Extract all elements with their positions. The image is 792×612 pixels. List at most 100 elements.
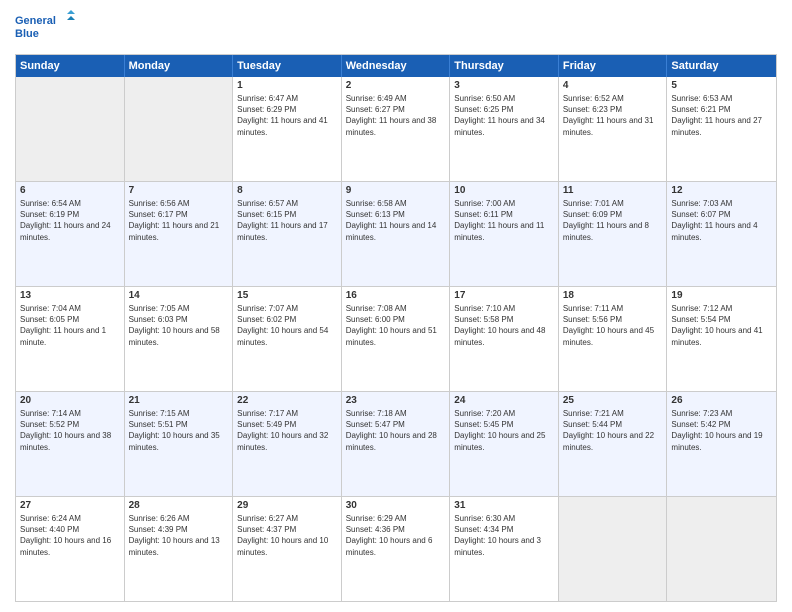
day-info: Sunrise: 7:08 AMSunset: 6:00 PMDaylight:… bbox=[346, 303, 446, 348]
day-info: Sunrise: 6:27 AMSunset: 4:37 PMDaylight:… bbox=[237, 513, 337, 558]
calendar-cell: 4 Sunrise: 6:52 AMSunset: 6:23 PMDaylight… bbox=[559, 77, 668, 181]
day-number: 24 bbox=[454, 395, 554, 406]
calendar-row-3: 13Sunrise: 7:04 AMSunset: 6:05 PMDayligh… bbox=[16, 286, 776, 391]
calendar-cell: 20 Sunrise: 7:14 AMSunset: 5:52 PMDayligh… bbox=[16, 392, 125, 496]
calendar-cell bbox=[667, 497, 776, 601]
svg-text:Blue: Blue bbox=[15, 28, 39, 40]
day-info: Sunrise: 6:49 AMSunset: 6:27 PMDaylight:… bbox=[346, 93, 446, 138]
day-number: 16 bbox=[346, 290, 446, 301]
day-number: 26 bbox=[671, 395, 772, 406]
day-info: Sunrise: 6:58 AMSunset: 6:13 PMDaylight:… bbox=[346, 198, 446, 243]
day-number: 8 bbox=[237, 185, 337, 196]
calendar-cell: 10 Sunrise: 7:00 AMSunset: 6:11 PMDayligh… bbox=[450, 182, 559, 286]
calendar-cell: 2 Sunrise: 6:49 AMSunset: 6:27 PMDaylight… bbox=[342, 77, 451, 181]
calendar: SundayMondayTuesdayWednesdayThursdayFrid… bbox=[15, 54, 777, 602]
day-info: Sunrise: 7:18 AMSunset: 5:47 PMDaylight:… bbox=[346, 408, 446, 453]
day-number: 2 bbox=[346, 80, 446, 91]
calendar-header: SundayMondayTuesdayWednesdayThursdayFrid… bbox=[16, 55, 776, 77]
day-info: Sunrise: 7:00 AMSunset: 6:11 PMDaylight:… bbox=[454, 198, 554, 243]
calendar-cell: 30Sunrise: 6:29 AMSunset: 4:36 PMDayligh… bbox=[342, 497, 451, 601]
calendar-cell: 26 Sunrise: 7:23 AMSunset: 5:42 PMDayligh… bbox=[667, 392, 776, 496]
calendar-cell bbox=[125, 77, 234, 181]
day-info: Sunrise: 7:20 AMSunset: 5:45 PMDaylight:… bbox=[454, 408, 554, 453]
day-number: 18 bbox=[563, 290, 663, 301]
day-number: 28 bbox=[129, 500, 229, 511]
calendar-cell: 18 Sunrise: 7:11 AMSunset: 5:56 PMDayligh… bbox=[559, 287, 668, 391]
calendar-cell: 17 Sunrise: 7:10 AMSunset: 5:58 PMDayligh… bbox=[450, 287, 559, 391]
day-info: Sunrise: 6:50 AMSunset: 6:25 PMDaylight:… bbox=[454, 93, 554, 138]
day-of-week-saturday: Saturday bbox=[667, 55, 776, 77]
day-info: Sunrise: 7:14 AMSunset: 5:52 PMDaylight:… bbox=[20, 408, 120, 453]
day-of-week-monday: Monday bbox=[125, 55, 234, 77]
day-info: Sunrise: 7:15 AMSunset: 5:51 PMDaylight:… bbox=[129, 408, 229, 453]
day-info: Sunrise: 6:56 AMSunset: 6:17 PMDaylight:… bbox=[129, 198, 229, 243]
calendar-row-1: 1 Sunrise: 6:47 AMSunset: 6:29 PMDaylight… bbox=[16, 77, 776, 181]
day-number: 27 bbox=[20, 500, 120, 511]
calendar-cell: 6 Sunrise: 6:54 AMSunset: 6:19 PMDaylight… bbox=[16, 182, 125, 286]
day-number: 17 bbox=[454, 290, 554, 301]
day-of-week-thursday: Thursday bbox=[450, 55, 559, 77]
day-number: 21 bbox=[129, 395, 229, 406]
day-number: 29 bbox=[237, 500, 337, 511]
calendar-row-5: 27Sunrise: 6:24 AMSunset: 4:40 PMDayligh… bbox=[16, 496, 776, 601]
day-info: Sunrise: 7:23 AMSunset: 5:42 PMDaylight:… bbox=[671, 408, 772, 453]
day-number: 15 bbox=[237, 290, 337, 301]
day-info: Sunrise: 7:10 AMSunset: 5:58 PMDaylight:… bbox=[454, 303, 554, 348]
day-number: 3 bbox=[454, 80, 554, 91]
day-info: Sunrise: 6:53 AMSunset: 6:21 PMDaylight:… bbox=[671, 93, 772, 138]
calendar-cell: 28 Sunrise: 6:26 AMSunset: 4:39 PMDayligh… bbox=[125, 497, 234, 601]
calendar-cell: 15 Sunrise: 7:07 AMSunset: 6:02 PMDayligh… bbox=[233, 287, 342, 391]
day-number: 30 bbox=[346, 500, 446, 511]
day-of-week-wednesday: Wednesday bbox=[342, 55, 451, 77]
day-number: 1 bbox=[237, 80, 337, 91]
day-info: Sunrise: 7:17 AMSunset: 5:49 PMDaylight:… bbox=[237, 408, 337, 453]
day-info: Sunrise: 6:26 AMSunset: 4:39 PMDaylight:… bbox=[129, 513, 229, 558]
day-number: 7 bbox=[129, 185, 229, 196]
calendar-cell: 16 Sunrise: 7:08 AMSunset: 6:00 PMDayligh… bbox=[342, 287, 451, 391]
day-info: Sunrise: 7:11 AMSunset: 5:56 PMDaylight:… bbox=[563, 303, 663, 348]
day-number: 14 bbox=[129, 290, 229, 301]
day-number: 31 bbox=[454, 500, 554, 511]
day-number: 19 bbox=[671, 290, 772, 301]
calendar-cell: 5 Sunrise: 6:53 AMSunset: 6:21 PMDaylight… bbox=[667, 77, 776, 181]
svg-text:General: General bbox=[15, 15, 56, 27]
day-info: Sunrise: 6:30 AMSunset: 4:34 PMDaylight:… bbox=[454, 513, 554, 558]
calendar-cell bbox=[16, 77, 125, 181]
day-number: 11 bbox=[563, 185, 663, 196]
calendar-cell bbox=[559, 497, 668, 601]
calendar-cell: 31 Sunrise: 6:30 AMSunset: 4:34 PMDayligh… bbox=[450, 497, 559, 601]
calendar-cell: 12Sunrise: 7:03 AMSunset: 6:07 PMDayligh… bbox=[667, 182, 776, 286]
day-number: 23 bbox=[346, 395, 446, 406]
calendar-cell: 14Sunrise: 7:05 AMSunset: 6:03 PMDayligh… bbox=[125, 287, 234, 391]
day-number: 6 bbox=[20, 185, 120, 196]
day-number: 10 bbox=[454, 185, 554, 196]
calendar-cell: 7 Sunrise: 6:56 AMSunset: 6:17 PMDaylight… bbox=[125, 182, 234, 286]
day-number: 25 bbox=[563, 395, 663, 406]
day-of-week-tuesday: Tuesday bbox=[233, 55, 342, 77]
day-number: 22 bbox=[237, 395, 337, 406]
day-number: 12 bbox=[671, 185, 772, 196]
day-number: 20 bbox=[20, 395, 120, 406]
day-info: Sunrise: 6:47 AMSunset: 6:29 PMDaylight:… bbox=[237, 93, 337, 138]
calendar-cell: 27Sunrise: 6:24 AMSunset: 4:40 PMDayligh… bbox=[16, 497, 125, 601]
day-info: Sunrise: 6:57 AMSunset: 6:15 PMDaylight:… bbox=[237, 198, 337, 243]
general-blue-logo-icon: General Blue bbox=[15, 10, 75, 46]
day-info: Sunrise: 6:54 AMSunset: 6:19 PMDaylight:… bbox=[20, 198, 120, 243]
calendar-cell: 9Sunrise: 6:58 AMSunset: 6:13 PMDaylight… bbox=[342, 182, 451, 286]
calendar-cell: 22 Sunrise: 7:17 AMSunset: 5:49 PMDayligh… bbox=[233, 392, 342, 496]
day-info: Sunrise: 6:52 AMSunset: 6:23 PMDaylight:… bbox=[563, 93, 663, 138]
calendar-row-2: 6 Sunrise: 6:54 AMSunset: 6:19 PMDaylight… bbox=[16, 181, 776, 286]
page: General Blue SundayMondayTuesdayWednesda… bbox=[0, 0, 792, 612]
day-number: 5 bbox=[671, 80, 772, 91]
calendar-cell: 29 Sunrise: 6:27 AMSunset: 4:37 PMDayligh… bbox=[233, 497, 342, 601]
calendar-cell: 21 Sunrise: 7:15 AMSunset: 5:51 PMDayligh… bbox=[125, 392, 234, 496]
calendar-cell: 23 Sunrise: 7:18 AMSunset: 5:47 PMDayligh… bbox=[342, 392, 451, 496]
calendar-row-4: 20 Sunrise: 7:14 AMSunset: 5:52 PMDayligh… bbox=[16, 391, 776, 496]
calendar-cell: 13Sunrise: 7:04 AMSunset: 6:05 PMDayligh… bbox=[16, 287, 125, 391]
calendar-cell: 1 Sunrise: 6:47 AMSunset: 6:29 PMDaylight… bbox=[233, 77, 342, 181]
calendar-cell: 24 Sunrise: 7:20 AMSunset: 5:45 PMDayligh… bbox=[450, 392, 559, 496]
calendar-cell: 19Sunrise: 7:12 AMSunset: 5:54 PMDayligh… bbox=[667, 287, 776, 391]
header: General Blue bbox=[15, 10, 777, 46]
day-number: 4 bbox=[563, 80, 663, 91]
day-info: Sunrise: 7:07 AMSunset: 6:02 PMDaylight:… bbox=[237, 303, 337, 348]
